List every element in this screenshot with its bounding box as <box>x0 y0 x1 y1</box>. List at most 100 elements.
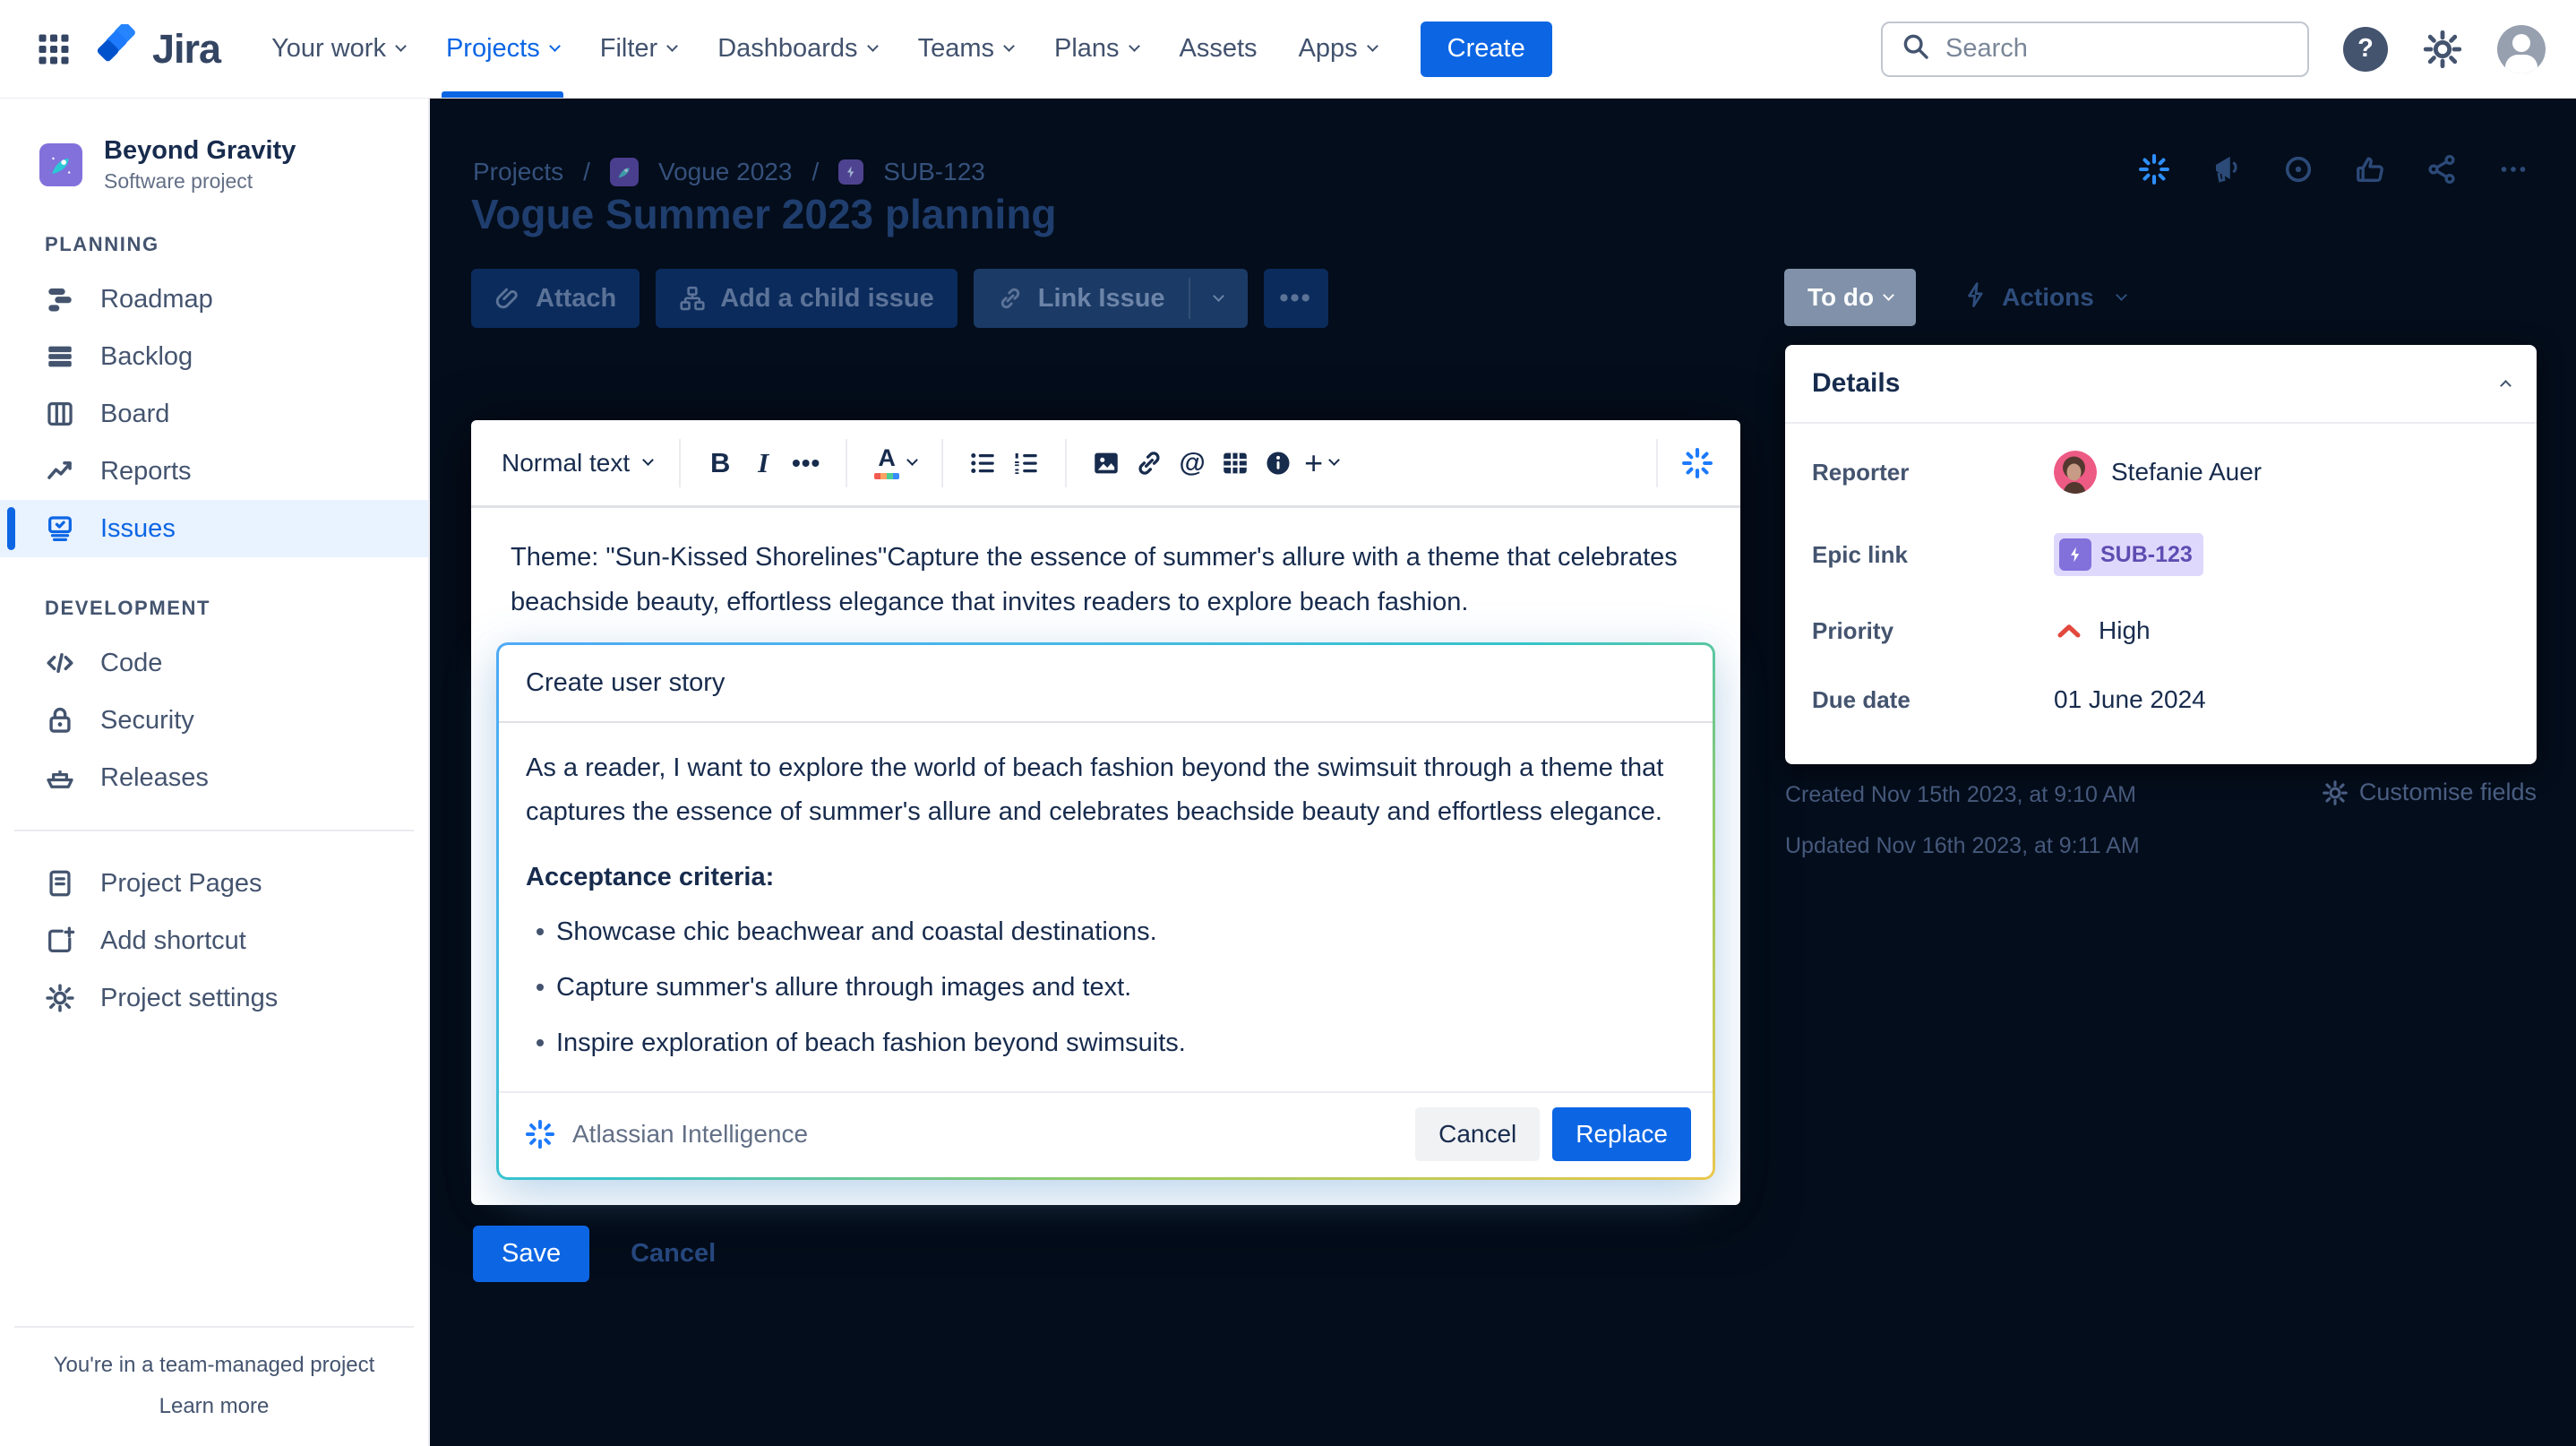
save-button[interactable]: Save <box>473 1226 590 1282</box>
chevron-down-icon <box>1883 288 1894 301</box>
info-panel-button[interactable] <box>1257 438 1300 488</box>
help-icon[interactable]: ? <box>2343 26 2388 72</box>
mention-button[interactable]: @ <box>1171 438 1214 488</box>
learn-more-link[interactable]: Learn more <box>0 1394 428 1419</box>
text-format-more-button[interactable]: ••• <box>785 438 828 488</box>
sidebar-item-code[interactable]: Code <box>0 634 428 692</box>
description-editor: Normal text B I ••• A @ + Theme: "Sun-Ki… <box>471 420 1740 1205</box>
search-input[interactable] <box>1945 34 2289 64</box>
chevron-down-icon <box>1128 40 1140 52</box>
sidebar-item-project-settings[interactable]: Project settings <box>0 969 428 1027</box>
settings-gear-icon[interactable] <box>2422 29 2463 70</box>
jira-logo[interactable]: Jira <box>97 22 221 73</box>
ai-cancel-button[interactable]: Cancel <box>1415 1107 1541 1161</box>
details-title: Details <box>1812 368 1901 398</box>
sidebar-item-roadmap[interactable]: Roadmap <box>0 271 428 328</box>
sidebar-item-reports[interactable]: Reports <box>0 443 428 500</box>
sidebar-item-board[interactable]: Board <box>0 385 428 443</box>
project-sidebar: Beyond Gravity Software project PLANNING… <box>0 99 430 1446</box>
ship-icon <box>45 762 75 793</box>
section-planning: PLANNING <box>45 233 159 255</box>
sidebar-item-project-pages[interactable]: Project Pages <box>0 855 428 912</box>
atlassian-intelligence-icon[interactable] <box>2137 152 2171 186</box>
issue-meta: Created Nov 15th 2023, at 9:10 AM Update… <box>1785 779 2537 859</box>
link-issue-dropdown[interactable] <box>1190 269 1248 328</box>
sidebar-item-add-shortcut[interactable]: Add shortcut <box>0 912 428 969</box>
link-issue-button[interactable]: Link Issue <box>974 269 1189 328</box>
app-switcher-icon[interactable] <box>30 26 77 73</box>
details-header[interactable]: Details <box>1785 345 2537 424</box>
jira-logo-text: Jira <box>152 25 221 72</box>
due-date-value[interactable]: 01 June 2024 <box>2054 685 2206 714</box>
epic-link-row: Epic link SUB-123 <box>1812 533 2510 576</box>
bold-button[interactable]: B <box>699 438 742 488</box>
nav-dashboards[interactable]: Dashboards <box>700 0 893 98</box>
ai-sparkle-button[interactable] <box>1676 438 1719 488</box>
collapse-details[interactable] <box>2491 375 2512 392</box>
ai-criteria-heading: Acceptance criteria: <box>526 863 775 891</box>
insert-more-button[interactable]: + <box>1300 438 1343 488</box>
ai-brand-label: Atlassian Intelligence <box>572 1120 809 1148</box>
sidebar-item-issues[interactable]: Issues <box>0 500 428 557</box>
priority-text: High <box>2099 616 2151 644</box>
text-color-button[interactable]: A <box>865 438 908 488</box>
more-actions-button[interactable]: ••• <box>1263 269 1328 328</box>
priority-value[interactable]: High <box>2054 615 2151 646</box>
nav-projects[interactable]: Projects <box>429 0 576 98</box>
nav-filter[interactable]: Filter <box>583 0 693 98</box>
nav-your-work[interactable]: Your work <box>254 0 422 98</box>
board-icon <box>45 399 75 429</box>
description-text[interactable]: Theme: "Sun-Kissed Shorelines"Capture th… <box>471 508 1740 633</box>
feedback-megaphone-icon[interactable] <box>2211 153 2243 185</box>
reporter-value[interactable]: Stefanie Auer <box>2054 451 2262 494</box>
italic-button[interactable]: I <box>742 438 785 488</box>
nav-plans[interactable]: Plans <box>1037 0 1155 98</box>
sidebar-item-security[interactable]: Security <box>0 692 428 749</box>
reports-icon <box>45 456 75 486</box>
like-thumb-icon[interactable] <box>2354 153 2386 185</box>
reporter-label: Reporter <box>1812 458 1910 486</box>
bullet-list-button[interactable] <box>961 438 1004 488</box>
watch-icon[interactable] <box>2282 153 2314 185</box>
document-icon <box>45 868 75 899</box>
insert-image-button[interactable] <box>1085 438 1128 488</box>
breadcrumb-issue-key[interactable]: SUB-123 <box>883 158 985 186</box>
code-icon <box>45 648 75 678</box>
priority-high-icon <box>2054 615 2084 646</box>
user-avatar[interactable] <box>2497 24 2546 73</box>
create-button[interactable]: Create <box>1420 21 1552 77</box>
attach-button[interactable]: Attach <box>471 269 640 328</box>
team-managed-note: You're in a team-managed project <box>53 1353 375 1377</box>
numbered-list-button[interactable] <box>1004 438 1047 488</box>
global-search[interactable] <box>1881 21 2309 77</box>
ellipsis-icon[interactable] <box>2497 153 2529 185</box>
ai-prompt-title[interactable]: Create user story <box>499 645 1713 721</box>
issue-title: Vogue Summer 2023 planning <box>471 191 1057 237</box>
toolbar-separator <box>1065 438 1068 487</box>
breadcrumb-project[interactable]: Vogue 2023 <box>658 158 793 186</box>
nav-apps[interactable]: Apps <box>1282 0 1394 98</box>
chevron-down-icon[interactable] <box>906 454 919 466</box>
atlassian-intelligence-icon <box>524 1118 556 1150</box>
breadcrumb-projects[interactable]: Projects <box>473 158 563 186</box>
epic-link-badge[interactable]: SUB-123 <box>2054 533 2203 576</box>
text-style-dropdown[interactable]: Normal text <box>493 438 661 488</box>
add-child-issue-button[interactable]: Add a child issue <box>656 269 957 328</box>
insert-table-button[interactable] <box>1214 438 1257 488</box>
sidebar-item-releases[interactable]: Releases <box>0 749 428 806</box>
ai-footer: Atlassian Intelligence Cancel Replace <box>499 1091 1713 1177</box>
nav-assets[interactable]: Assets <box>1163 0 1275 98</box>
issue-action-buttons: Attach Add a child issue Link Issue ••• <box>471 269 1328 328</box>
ai-replace-button[interactable]: Replace <box>1552 1107 1691 1161</box>
ai-panel-inner: Create user story As a reader, I want to… <box>499 645 1713 1177</box>
cancel-link[interactable]: Cancel <box>631 1239 716 1269</box>
actions-dropdown[interactable]: Actions <box>1962 281 2127 314</box>
breadcrumb-separator: / <box>583 158 590 185</box>
sidebar-item-backlog[interactable]: Backlog <box>0 328 428 385</box>
insert-link-button[interactable] <box>1128 438 1171 488</box>
share-icon[interactable] <box>2426 153 2458 185</box>
status-dropdown[interactable]: To do <box>1784 269 1917 326</box>
customise-fields[interactable]: Customise fields <box>2322 779 2537 806</box>
issues-icon <box>45 513 75 544</box>
nav-teams[interactable]: Teams <box>901 0 1030 98</box>
